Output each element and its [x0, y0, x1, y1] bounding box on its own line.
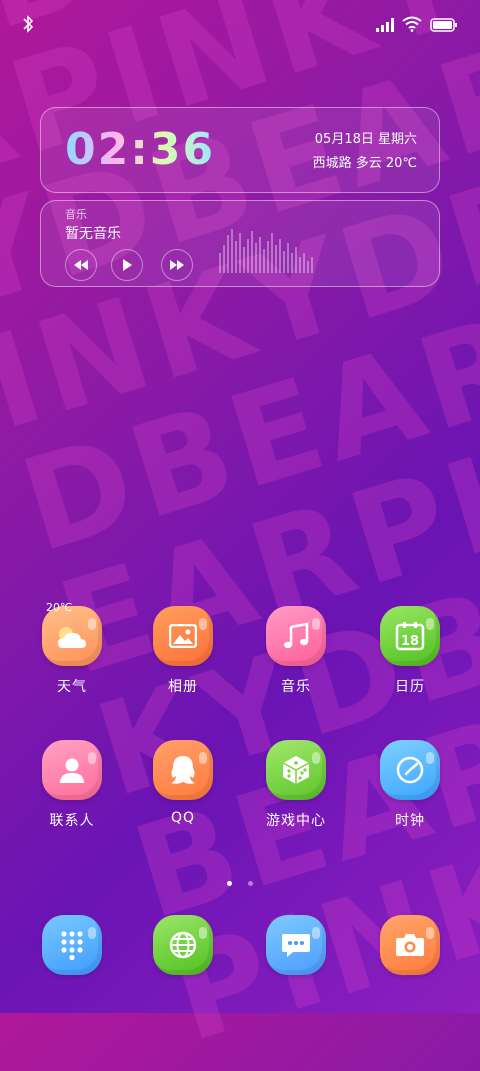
- messages-icon: [266, 915, 326, 975]
- battery-icon: [430, 18, 457, 32]
- app-label: 日历: [395, 679, 425, 695]
- music-widget[interactable]: 音乐 暂无音乐: [40, 200, 440, 287]
- app-label: 游戏中心: [266, 813, 326, 829]
- browser-globe-icon: [153, 915, 213, 975]
- wifi-icon: [402, 16, 422, 32]
- bluetooth-icon: [23, 15, 34, 33]
- clock-widget[interactable]: 02:36 05月18日 星期六 西城路 多云 20℃: [40, 107, 440, 193]
- dock-camera[interactable]: [370, 915, 450, 975]
- clock-time: 02:36: [65, 124, 216, 175]
- weather-text: 西城路 多云 20℃: [312, 156, 417, 171]
- app-label: 音乐: [281, 679, 311, 695]
- app-contacts[interactable]: 联系人: [32, 740, 112, 830]
- wallpaper-line: DBEARPINKY: [0, 0, 480, 92]
- app-music[interactable]: 音乐: [256, 606, 336, 696]
- rewind-icon: [74, 260, 88, 270]
- page-dot: [247, 881, 253, 886]
- app-label: QQ: [170, 810, 196, 826]
- dock-messages[interactable]: [256, 915, 336, 975]
- status-bar: [0, 14, 480, 38]
- wallpaper-line: PINKYDBEARP: [156, 610, 480, 1071]
- play-icon: [123, 259, 132, 271]
- fast-forward-icon: [170, 260, 184, 270]
- music-song-title: 暂无音乐: [65, 226, 121, 242]
- app-game-center[interactable]: 游戏中心: [256, 740, 336, 830]
- signal-icon: [376, 18, 394, 32]
- app-weather[interactable]: 20℃ 天气: [32, 601, 112, 696]
- app-calendar[interactable]: 18 日历: [370, 606, 450, 696]
- music-widget-title: 音乐: [65, 208, 87, 221]
- app-label: 时钟: [395, 813, 425, 829]
- play-button[interactable]: [111, 249, 143, 281]
- date-text: 05月18日 星期六: [314, 132, 417, 147]
- clock-icon: [380, 740, 440, 800]
- dock-browser[interactable]: [143, 915, 223, 975]
- camera-icon: [380, 915, 440, 975]
- calendar-day-number: 18: [401, 634, 419, 649]
- app-label: 天气: [57, 679, 87, 695]
- page-dot-active: [227, 881, 233, 886]
- qq-icon: [153, 740, 213, 800]
- music-note-icon: [266, 606, 326, 666]
- page-indicator: [0, 871, 480, 890]
- app-label: 联系人: [49, 813, 95, 829]
- weather-temp-badge: 20℃: [46, 601, 73, 614]
- next-button[interactable]: [161, 249, 193, 281]
- app-clock[interactable]: 时钟: [370, 740, 450, 830]
- gallery-icon: [153, 606, 213, 666]
- dice-icon: [266, 740, 326, 800]
- contacts-icon: [42, 740, 102, 800]
- dock-phone[interactable]: [32, 915, 112, 975]
- previous-button[interactable]: [65, 249, 97, 281]
- calendar-icon: 18: [380, 606, 440, 666]
- dialpad-icon: [42, 915, 102, 975]
- app-qq[interactable]: QQ: [143, 740, 223, 826]
- weather-icon: 20℃: [42, 601, 102, 666]
- app-label: 相册: [168, 679, 198, 695]
- app-gallery[interactable]: 相册: [143, 606, 223, 696]
- sound-wave-graphic: [219, 229, 313, 273]
